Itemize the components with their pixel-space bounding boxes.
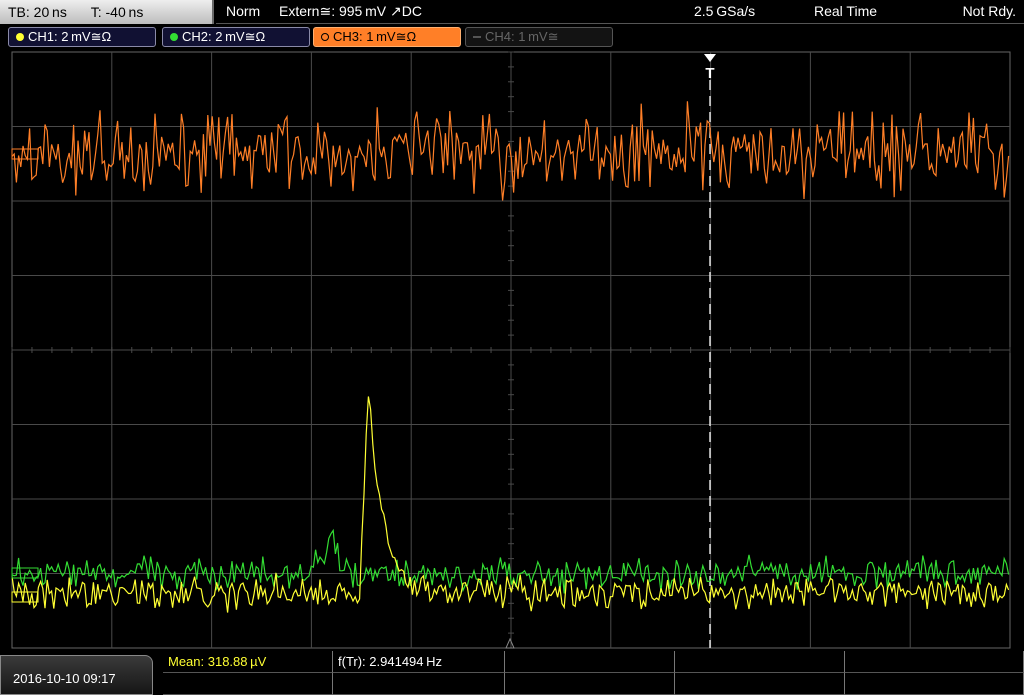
top-info-bar: TB: 20 ns T: -40 ns Norm Extern≅: 995 mV… [0,0,1024,24]
channel-3-tab[interactable]: CH3: 1 mV≅Ω [313,27,461,47]
trigger-time-label: T: -40 ns [90,4,144,20]
channel-2-indicator-icon [170,33,178,41]
channel-4-label: CH4: 1 mV≅ [485,29,559,44]
measurement-slot-10[interactable] [845,673,1024,695]
channel-4-tab[interactable]: CH4: 1 mV≅ [465,27,613,47]
channel-3-indicator-icon [321,33,329,41]
trigger-position-icon[interactable] [704,54,716,62]
trigger-marker-label: T [705,65,714,82]
measurement-slot-4[interactable] [675,651,845,673]
waveform-canvas[interactable]: T [0,48,1024,651]
measurement-bar[interactable]: Mean: 318.88 µV f(Tr): 2.941494 Hz [163,651,1024,695]
timebase-box[interactable]: TB: 20 ns T: -40 ns [0,0,214,24]
channel-2-waveform [11,528,1010,594]
waveform-display[interactable]: T [0,48,1024,651]
channel-1-waveform [11,396,1010,613]
channel-1-tab[interactable]: CH1: 2 mV≅Ω [8,27,156,47]
measurement-slot-8[interactable] [505,673,675,695]
trigger-frequency-measurement[interactable]: f(Tr): 2.941494 Hz [333,651,505,673]
timebase-label: TB: 20 ns [8,4,67,20]
acquisition-status-box[interactable]: Norm Extern≅: 995 mV ↗DC 2.5 GSa/s Real … [216,0,1024,24]
channel-2-tab[interactable]: CH2: 2 mV≅Ω [162,27,310,47]
date-time-label: 2016-10-10 09:17 [13,671,116,686]
run-status-label: Not Rdy. [962,3,1016,19]
measurement-slot-3[interactable] [505,651,675,673]
measurement-slot-5[interactable] [845,651,1024,673]
channel-3-label: CH3: 1 mV≅Ω [333,29,417,44]
measurement-slot-7[interactable] [333,673,505,695]
horizontal-center-icon [505,637,515,649]
trigger-mode-label: Norm [226,3,261,19]
channel-3-waveform [11,101,1010,201]
channel-1-offset-marker[interactable] [11,591,39,603]
acquisition-mode-label: Real Time [814,3,878,19]
date-time-box: 2016-10-10 09:17 [0,655,153,695]
trigger-source-label: Extern≅: 995 mV ↗DC [279,3,422,19]
mean-measurement[interactable]: Mean: 318.88 µV [163,651,333,673]
sample-rate-label: 2.5 GSa/s [694,3,756,19]
channel-4-indicator-icon [473,36,481,38]
channel-bar: CH1: 2 mV≅Ω CH2: 2 mV≅Ω CH3: 1 mV≅Ω CH4:… [0,24,1024,48]
measurement-slot-9[interactable] [675,673,845,695]
channel-1-indicator-icon [16,33,24,41]
measurement-slot-6[interactable] [163,673,333,695]
channel-2-label: CH2: 2 mV≅Ω [182,29,266,44]
channel-1-label: CH1: 2 mV≅Ω [28,29,112,44]
